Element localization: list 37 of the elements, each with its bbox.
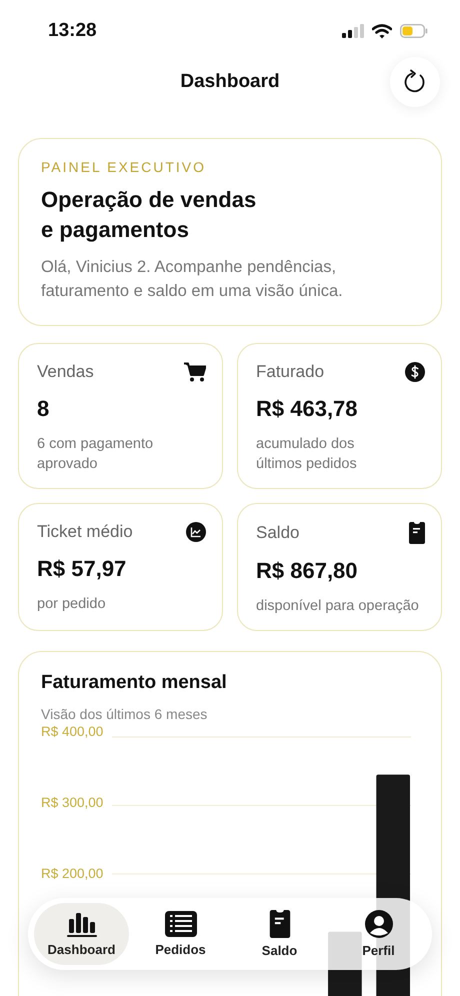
card-eyebrow: PAINEL EXECUTIVO	[41, 159, 208, 175]
list-icon	[164, 911, 196, 937]
stat-value: R$ 867,80	[256, 558, 359, 584]
card-description: Olá, Vinicius 2. Acompanhe pendências, faturamento e saldo em uma visão única.	[41, 257, 344, 302]
dollar-icon	[405, 362, 425, 382]
tab[interactable]: Dashboard	[34, 903, 129, 965]
clipboard-icon	[409, 522, 425, 544]
status-time: 13:28	[48, 20, 97, 42]
stat-note: por pedido	[37, 595, 107, 614]
chart-subtitle: Visão dos últimos 6 meses	[41, 706, 208, 722]
bar-chart-icon	[66, 911, 96, 937]
stat-note: 6 com pagamento aprovado	[37, 435, 154, 474]
stat-label: Faturado	[256, 362, 324, 382]
battery-icon	[400, 24, 428, 38]
cart-icon	[184, 362, 206, 382]
axis-label: R$ 400,00	[41, 724, 104, 739]
stat-value: R$ 57,97	[37, 556, 128, 582]
tab[interactable]: Perfil	[331, 903, 426, 965]
card-title: Operação de vendas e pagamentos	[41, 186, 258, 244]
wifi-icon	[372, 24, 392, 38]
stat-label: Vendas	[37, 362, 94, 382]
tab[interactable]: Saldo	[232, 903, 327, 965]
axis-label: R$ 300,00	[41, 795, 104, 810]
screen-title: Dashboard	[180, 71, 280, 93]
stat-value: R$ 463,78	[256, 396, 359, 422]
profile-icon	[364, 910, 392, 938]
tab[interactable]: Pedidos	[133, 903, 228, 965]
stat-value: 8	[37, 396, 50, 422]
axis-label: R$ 200,00	[41, 866, 104, 881]
signal-icon	[342, 24, 364, 38]
stat-note: disponível para operação	[256, 597, 420, 616]
chart-icon	[186, 522, 206, 542]
chart-title: Faturamento mensal	[41, 672, 228, 694]
stat-label: Ticket médio	[37, 522, 133, 542]
stat-note: acumulado dos últimos pedidos	[256, 435, 358, 474]
stat-label: Saldo	[256, 523, 300, 543]
clipboard-icon	[268, 910, 292, 938]
